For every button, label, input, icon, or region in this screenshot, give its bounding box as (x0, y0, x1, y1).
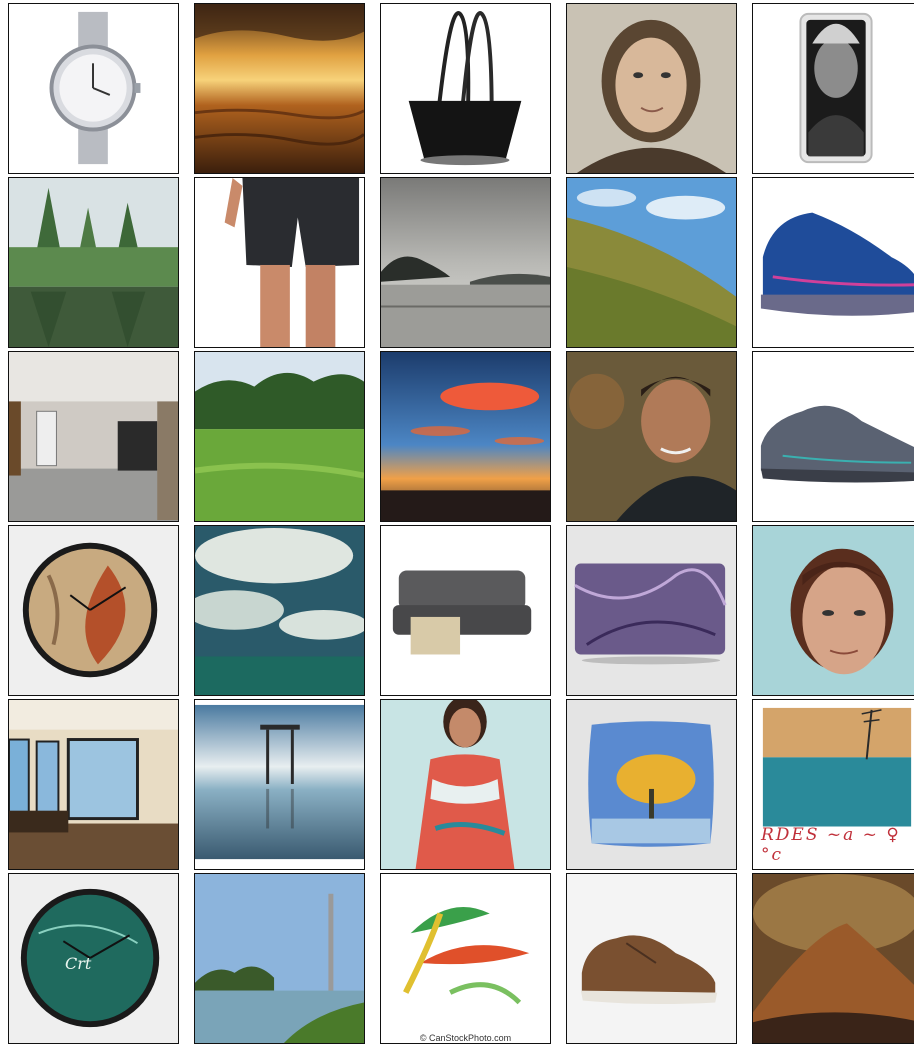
lake-trees-image (9, 178, 178, 347)
green-field-image (195, 352, 364, 521)
painted-mountain-image (753, 874, 914, 1043)
tile-brown-sneaker[interactable] (566, 873, 737, 1044)
tile-red-clouds[interactable] (380, 351, 551, 522)
tile-laptop-sleeve[interactable] (566, 525, 737, 696)
tile-teal-clouds[interactable] (194, 525, 365, 696)
sunset-sea-image (195, 4, 364, 173)
lake-tower-image (195, 874, 364, 1043)
teal-clouds-image (195, 526, 364, 695)
laptop-sleeve-image (567, 526, 736, 695)
hillside-image (567, 178, 736, 347)
tile-handbag[interactable] (380, 3, 551, 174)
tile-misty-lake[interactable] (380, 177, 551, 348)
tile-green-field[interactable] (194, 351, 365, 522)
dress-image (381, 700, 550, 869)
tile-shorts[interactable] (194, 177, 365, 348)
blue-shoe-image (753, 178, 914, 347)
tile-sofa[interactable] (380, 525, 551, 696)
tile-teal-clock[interactable]: Crt (8, 873, 179, 1044)
tile-grey-shoe[interactable] (752, 351, 914, 522)
tile-blue-shoe[interactable] (752, 177, 914, 348)
tile-lake-trees[interactable] (8, 177, 179, 348)
teal-clock-image (9, 874, 178, 1043)
brown-sneaker-image (567, 874, 736, 1043)
handwritten-caption: RDES ~a ~ ♀ °c (761, 825, 901, 865)
tile-leaf-clock[interactable] (8, 525, 179, 696)
pillow-image (567, 700, 736, 869)
empty-room-image (9, 352, 178, 521)
red-clouds-image (381, 352, 550, 521)
tile-lake-tower[interactable] (194, 873, 365, 1044)
misty-lake-image (381, 178, 550, 347)
phone-case-image (753, 4, 914, 173)
tile-man-jacket[interactable] (566, 351, 737, 522)
sofa-image (381, 526, 550, 695)
clock-logo-text: Crt (65, 954, 92, 973)
modern-room-image (9, 700, 178, 869)
tile-dress[interactable] (380, 699, 551, 870)
tropical-leaves-image (381, 874, 550, 1043)
tile-table-water[interactable] (194, 699, 365, 870)
man-jacket-image (567, 352, 736, 521)
image-grid: RDES ~a ~ ♀ °c Crt © CanStockPhoto.com (8, 3, 914, 1044)
grey-shoe-image (753, 352, 914, 521)
tile-portrait-long-hair[interactable] (566, 3, 737, 174)
tile-watch[interactable] (8, 3, 179, 174)
portrait-brown-hair-image (753, 526, 914, 695)
tile-pillow[interactable] (566, 699, 737, 870)
table-water-image (195, 700, 364, 869)
shorts-image (195, 178, 364, 347)
watch-image (9, 4, 178, 173)
tile-phone-case[interactable] (752, 3, 914, 174)
handbag-image (381, 4, 550, 173)
tile-painted-seascape[interactable]: RDES ~a ~ ♀ °c (752, 699, 914, 870)
tile-hillside[interactable] (566, 177, 737, 348)
tile-empty-room[interactable] (8, 351, 179, 522)
tile-modern-room[interactable] (8, 699, 179, 870)
portrait-long-hair-image (567, 4, 736, 173)
tile-portrait-brown-hair[interactable] (752, 525, 914, 696)
tile-painted-mountain[interactable] (752, 873, 914, 1044)
tile-sunset-sea[interactable] (194, 3, 365, 174)
leaf-clock-image (9, 526, 178, 695)
tile-tropical-leaves[interactable]: © CanStockPhoto.com (380, 873, 551, 1044)
